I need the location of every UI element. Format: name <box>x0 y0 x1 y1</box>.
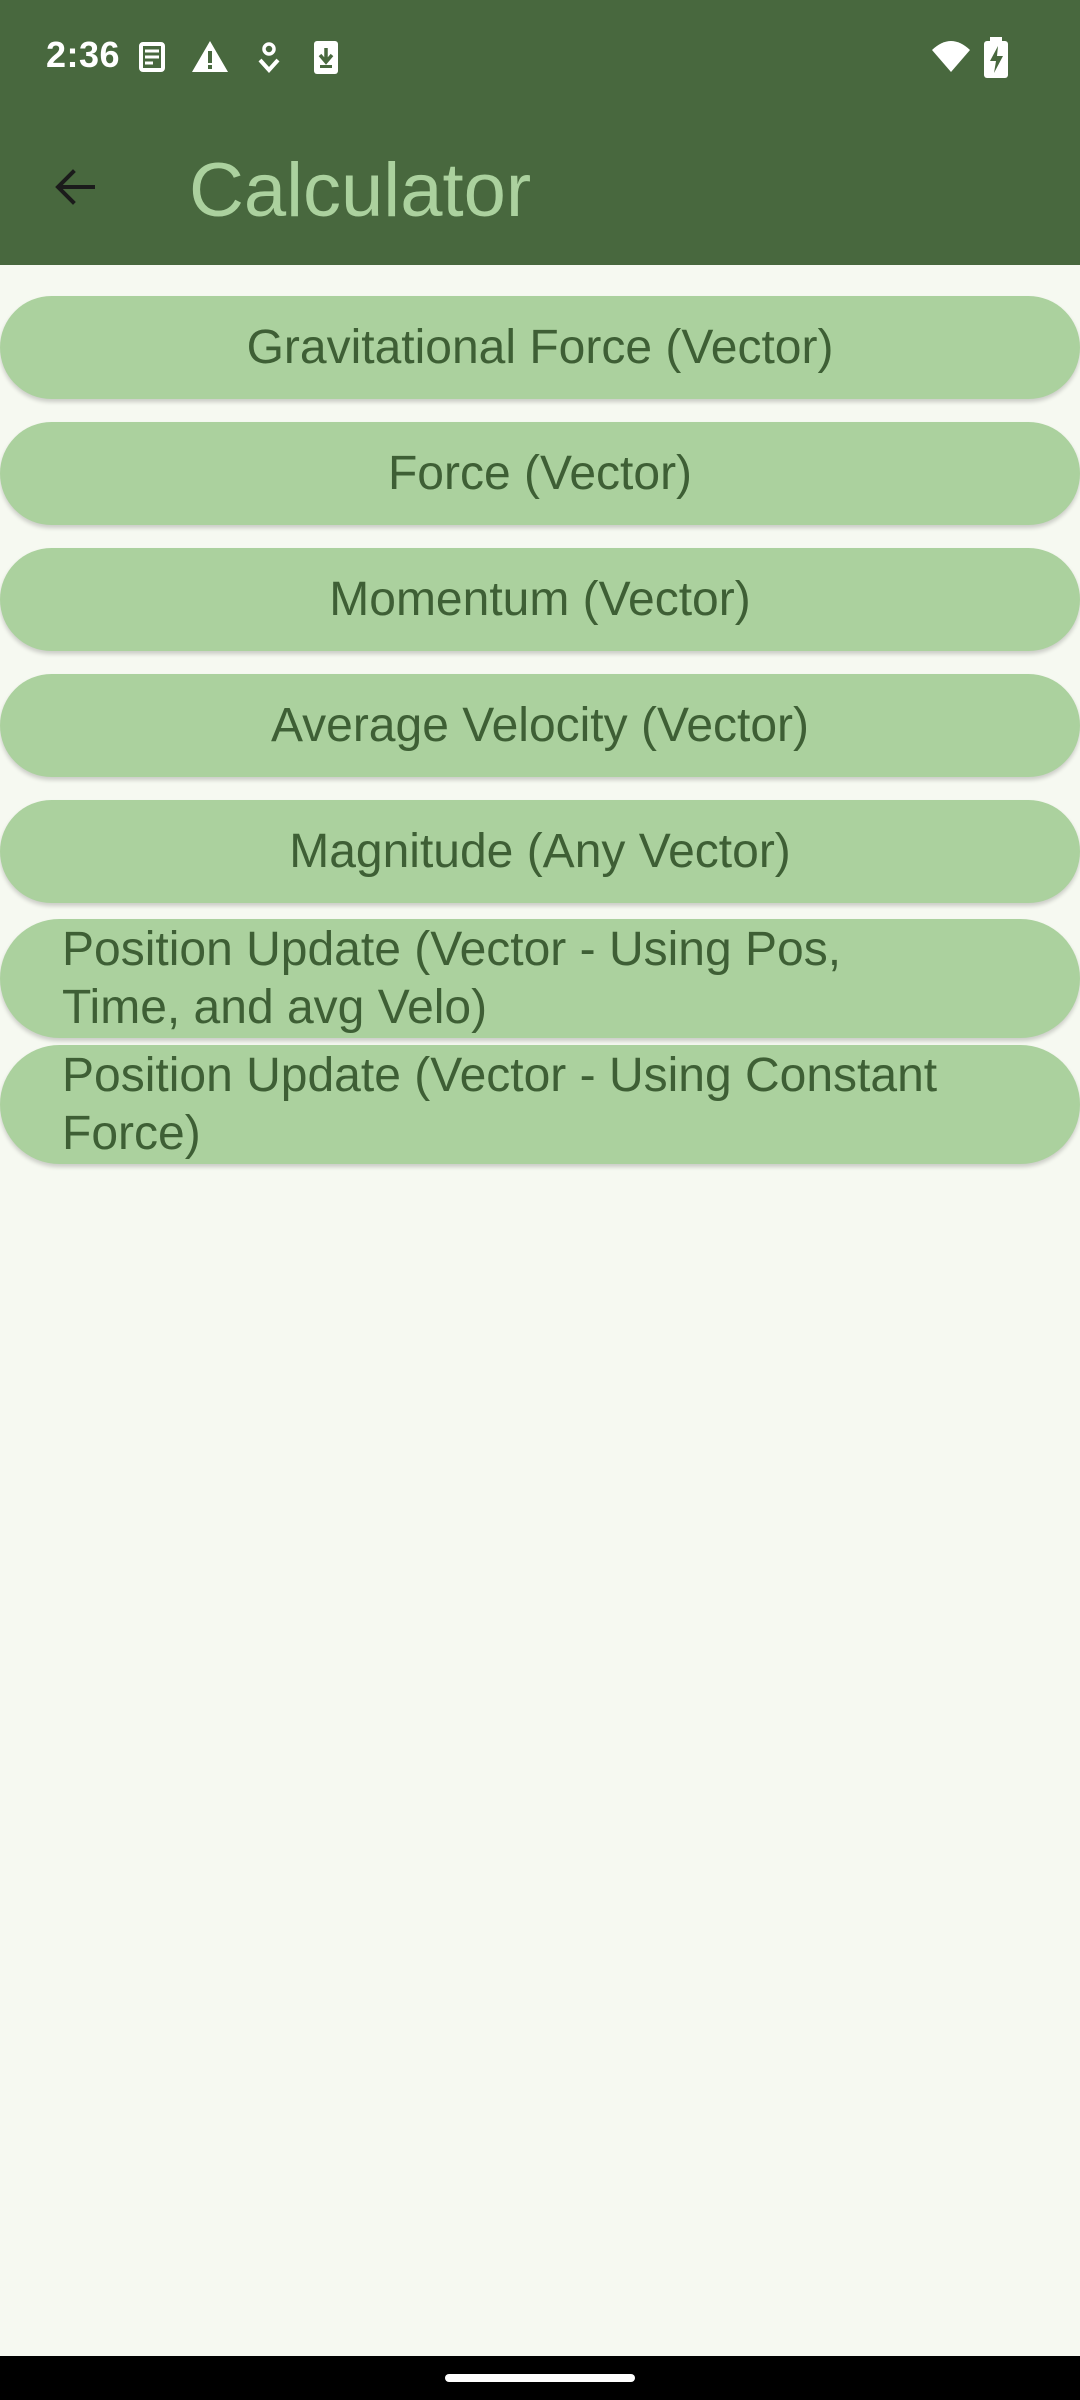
download-icon <box>305 36 347 78</box>
keyboard-icon <box>131 36 173 78</box>
magnitude-button[interactable]: Magnitude (Any Vector) <box>0 800 1080 903</box>
status-time: 2:36 <box>46 34 121 75</box>
momentum-button[interactable]: Momentum (Vector) <box>0 548 1080 651</box>
button-label: Momentum (Vector) <box>329 572 751 626</box>
button-label: Force (Vector) <box>387 446 693 500</box>
location-shield-icon <box>248 36 290 78</box>
position-update-avg-velocity-button[interactable]: Position Update (Vector - Using Pos, Tim… <box>0 919 1080 1038</box>
app-bar: Calculator <box>0 120 1080 265</box>
home-gesture-handle[interactable] <box>445 2374 635 2382</box>
back-button[interactable] <box>36 150 114 228</box>
arrow-back-icon <box>51 163 99 216</box>
system-nav-bar <box>0 2356 1080 2400</box>
average-velocity-button[interactable]: Average Velocity (Vector) <box>0 674 1080 777</box>
gravitational-force-button[interactable]: Gravitational Force (Vector) <box>0 296 1080 399</box>
position-update-constant-force-button[interactable]: Position Update (Vector - Using Constant… <box>0 1045 1080 1164</box>
button-label: Average Velocity (Vector) <box>270 698 810 752</box>
button-label: Gravitational Force (Vector) <box>246 320 834 374</box>
button-label: Position Update (Vector - Using Pos, Tim… <box>62 922 842 1034</box>
page-title: Calculator <box>189 148 532 233</box>
button-label: Magnitude (Any Vector) <box>289 824 791 878</box>
button-label: Position Update (Vector - Using Constant… <box>62 1048 938 1160</box>
battery-charging-icon <box>980 36 1012 78</box>
alert-icon <box>189 36 231 78</box>
wifi-icon <box>930 36 972 78</box>
status-bar: 2:36 <box>0 0 1080 120</box>
force-button[interactable]: Force (Vector) <box>0 422 1080 525</box>
